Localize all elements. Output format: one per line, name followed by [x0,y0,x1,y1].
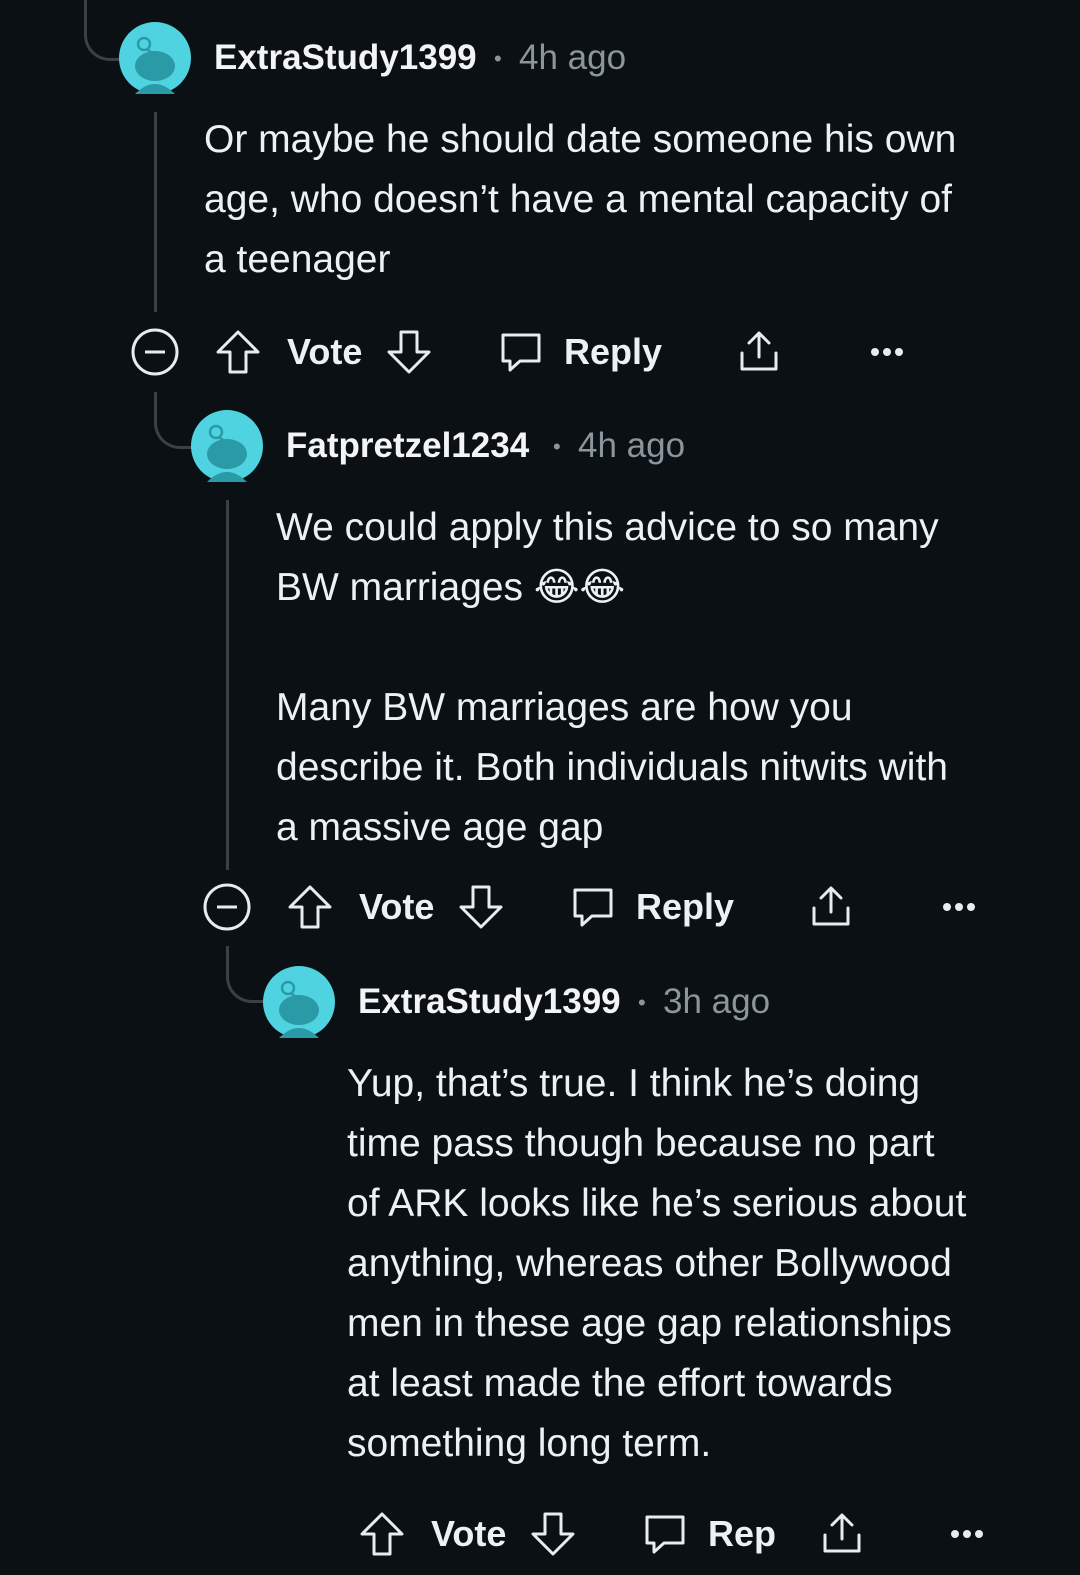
reply-label: Reply [564,331,663,372]
share-button[interactable] [736,322,782,382]
vote-label: Vote [359,877,434,937]
comment-username[interactable]: ExtraStudy1399 [358,982,621,1022]
vote-label: Vote [287,322,362,382]
separator-dot: • [638,990,646,1015]
comment-actions: Vote Reply [130,322,930,382]
more-button[interactable] [870,322,904,382]
thread-line [154,112,157,312]
comment-username[interactable]: Fatpretzel1234 [286,426,529,466]
vote-label: Vote [431,1504,506,1564]
vote-count: Vote [287,331,363,372]
reply-label: Rep [708,1513,777,1554]
collapse-icon [203,883,251,931]
reply-icon [573,888,613,927]
more-icon [951,1530,983,1538]
share-button[interactable] [808,877,854,937]
thread-line [226,500,229,870]
collapse-icon [131,328,179,376]
vote-count: Vote [359,886,435,927]
downvote-button[interactable] [458,877,504,937]
comment-body: Or maybe he should date someone his own … [204,118,957,281]
comment-username[interactable]: ExtraStudy1399 [214,38,477,78]
avatar-icon [119,22,191,94]
upvote-icon [216,330,260,374]
downvote-icon [387,330,431,374]
comment-body: We could apply this advice to so many BW… [276,506,948,849]
downvote-icon [459,885,503,929]
separator-dot: • [553,434,561,459]
share-icon [812,886,850,926]
vote-count: Vote [431,1513,507,1554]
upvote-button[interactable] [215,322,261,382]
avatar[interactable] [119,22,191,94]
downvote-icon [531,1512,575,1556]
share-button[interactable] [819,1504,865,1564]
more-button[interactable] [950,1504,984,1564]
reply-icon [501,333,541,372]
more-icon [943,903,975,911]
share-icon [740,331,778,371]
downvote-button[interactable] [530,1504,576,1564]
collapse-button[interactable] [202,877,252,937]
comment-timestamp: 4h ago [578,426,686,465]
comment-timestamp: 3h ago [663,982,771,1021]
reply-label: Reply [636,886,735,927]
reply-button[interactable]: Reply [570,877,734,937]
comment-actions: Vote Reply [202,877,1002,937]
comment-body: Yup, that’s true. I think he’s doing tim… [347,1062,967,1465]
avatar[interactable] [263,966,335,1038]
reply-button[interactable]: Reply [498,322,662,382]
upvote-button[interactable] [287,877,333,937]
upvote-button[interactable] [359,1504,405,1564]
avatar-icon [191,410,263,482]
reply-icon [645,1515,685,1554]
more-button[interactable] [942,877,976,937]
comment-actions: Vote Rep [274,1504,994,1564]
upvote-icon [360,1512,404,1556]
downvote-button[interactable] [386,322,432,382]
collapse-button[interactable] [130,322,180,382]
separator-dot: • [494,46,502,71]
more-icon [871,348,903,356]
avatar[interactable] [191,410,263,482]
comment-timestamp: 4h ago [519,38,627,77]
upvote-icon [288,885,332,929]
avatar-icon [263,966,335,1038]
reply-button[interactable]: Rep [642,1504,776,1564]
share-icon [823,1513,861,1553]
